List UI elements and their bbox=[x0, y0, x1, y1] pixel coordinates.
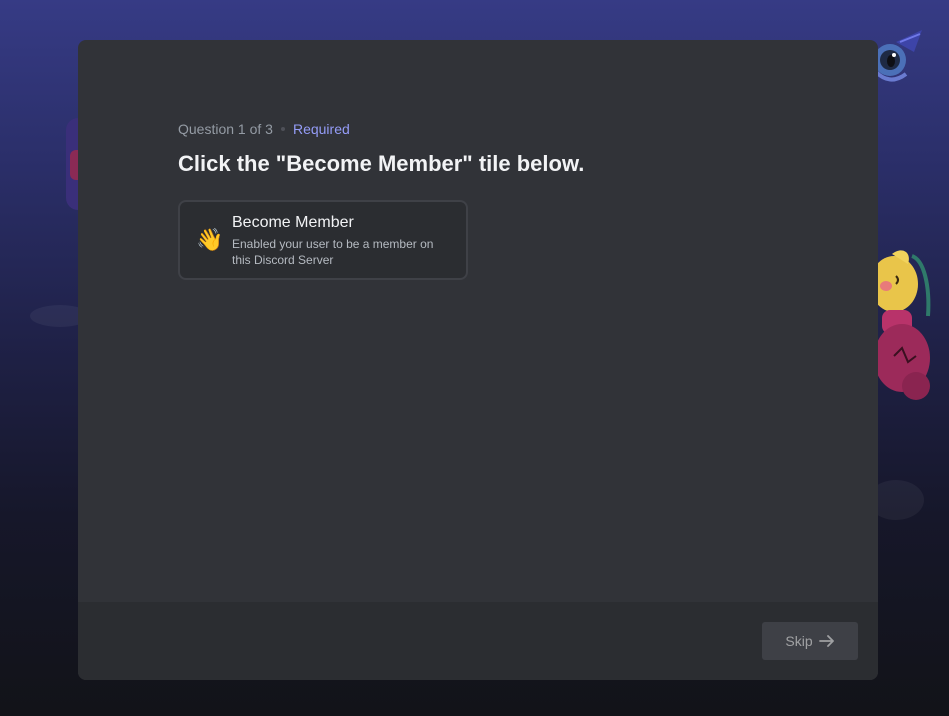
arrow-right-icon bbox=[818, 635, 834, 647]
onboarding-modal: Question 1 of 3 Required Click the "Beco… bbox=[78, 40, 878, 680]
separator-dot bbox=[280, 127, 285, 131]
question-meta: Question 1 of 3 Required bbox=[178, 120, 778, 138]
question-section: Question 1 of 3 Required Click the "Beco… bbox=[178, 120, 778, 280]
question-title: Click the "Become Member" tile below. bbox=[178, 151, 585, 176]
skip-button[interactable]: Skip bbox=[762, 622, 858, 660]
question-progress: Question 1 of 3 bbox=[178, 121, 273, 137]
mascot-illustration-top-right bbox=[874, 30, 922, 82]
option-tile-text: Become Member Enabled your user to be a … bbox=[232, 213, 452, 268]
required-label: Required bbox=[292, 121, 350, 137]
option-description: Enabled your user to be a member on this… bbox=[232, 236, 434, 267]
mascot-illustration-right bbox=[872, 250, 931, 400]
option-tile-become-member[interactable]: 👋 Become Member Enabled your user to be … bbox=[178, 200, 468, 280]
option-title: Become Member bbox=[232, 213, 354, 231]
waving-hand-icon: 👋 bbox=[196, 227, 224, 252]
modal-footer: Skip bbox=[78, 602, 878, 680]
skip-label: Skip bbox=[785, 633, 813, 649]
